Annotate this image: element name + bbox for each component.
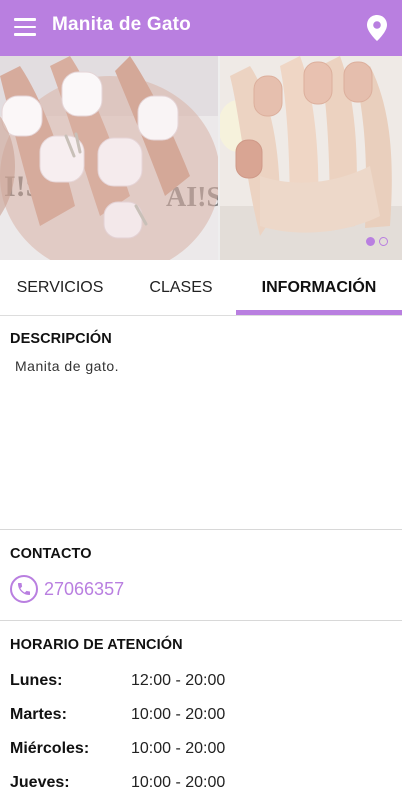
description-heading: DESCRIPCIÓN [10, 331, 112, 347]
tab-bar: SERVICIOS CLASES INFORMACIÓN [0, 260, 402, 316]
hamburger-menu-icon[interactable] [14, 18, 36, 38]
phone-link[interactable]: 27066357 [10, 574, 124, 604]
schedule-day: Lunes: [10, 672, 63, 689]
schedule-row: Lunes: 12:00 - 20:00 [10, 664, 390, 698]
carousel-pagination [366, 237, 388, 246]
carousel-slide-french-ombre-nails: I!S AI!S [0, 56, 218, 260]
schedule-row: Miércoles: 10:00 - 20:00 [10, 732, 390, 766]
carousel-dot-2[interactable] [379, 237, 388, 246]
schedule-day: Miércoles: [10, 740, 90, 757]
phone-number: 27066357 [44, 578, 125, 599]
schedule-hours: 10:00 - 20:00 [131, 774, 226, 791]
description-text: Manita de gato. [15, 358, 120, 374]
schedule-hours: 10:00 - 20:00 [131, 740, 226, 757]
schedule-hours: 12:00 - 20:00 [131, 672, 226, 689]
schedule-day: Martes: [10, 706, 67, 723]
schedule-hours: 10:00 - 20:00 [131, 706, 226, 723]
carousel-slide-nude-nails [220, 56, 402, 260]
location-pin-icon[interactable] [366, 14, 388, 42]
schedule-day: Jueves: [10, 774, 70, 791]
carousel-dot-1[interactable] [366, 237, 375, 246]
divider [0, 529, 402, 530]
schedule-heading: HORARIO DE ATENCIÓN [10, 637, 183, 653]
phone-icon [10, 575, 38, 603]
schedule-row: Martes: 10:00 - 20:00 [10, 698, 390, 732]
tab-servicios[interactable]: SERVICIOS [0, 260, 120, 316]
contact-heading: CONTACTO [10, 546, 92, 562]
tab-clases[interactable]: CLASES [120, 260, 242, 316]
image-carousel[interactable]: I!S AI!S [0, 56, 402, 260]
app-title: Manita de Gato [52, 14, 191, 35]
app-bar: Manita de Gato [0, 0, 402, 56]
active-tab-indicator [236, 310, 402, 315]
tab-informacion[interactable]: INFORMACIÓN [236, 260, 402, 316]
schedule-row: Jueves: 10:00 - 20:00 [10, 766, 390, 800]
schedule-table: Lunes: 12:00 - 20:00 Martes: 10:00 - 20:… [10, 664, 390, 800]
divider [0, 620, 402, 621]
